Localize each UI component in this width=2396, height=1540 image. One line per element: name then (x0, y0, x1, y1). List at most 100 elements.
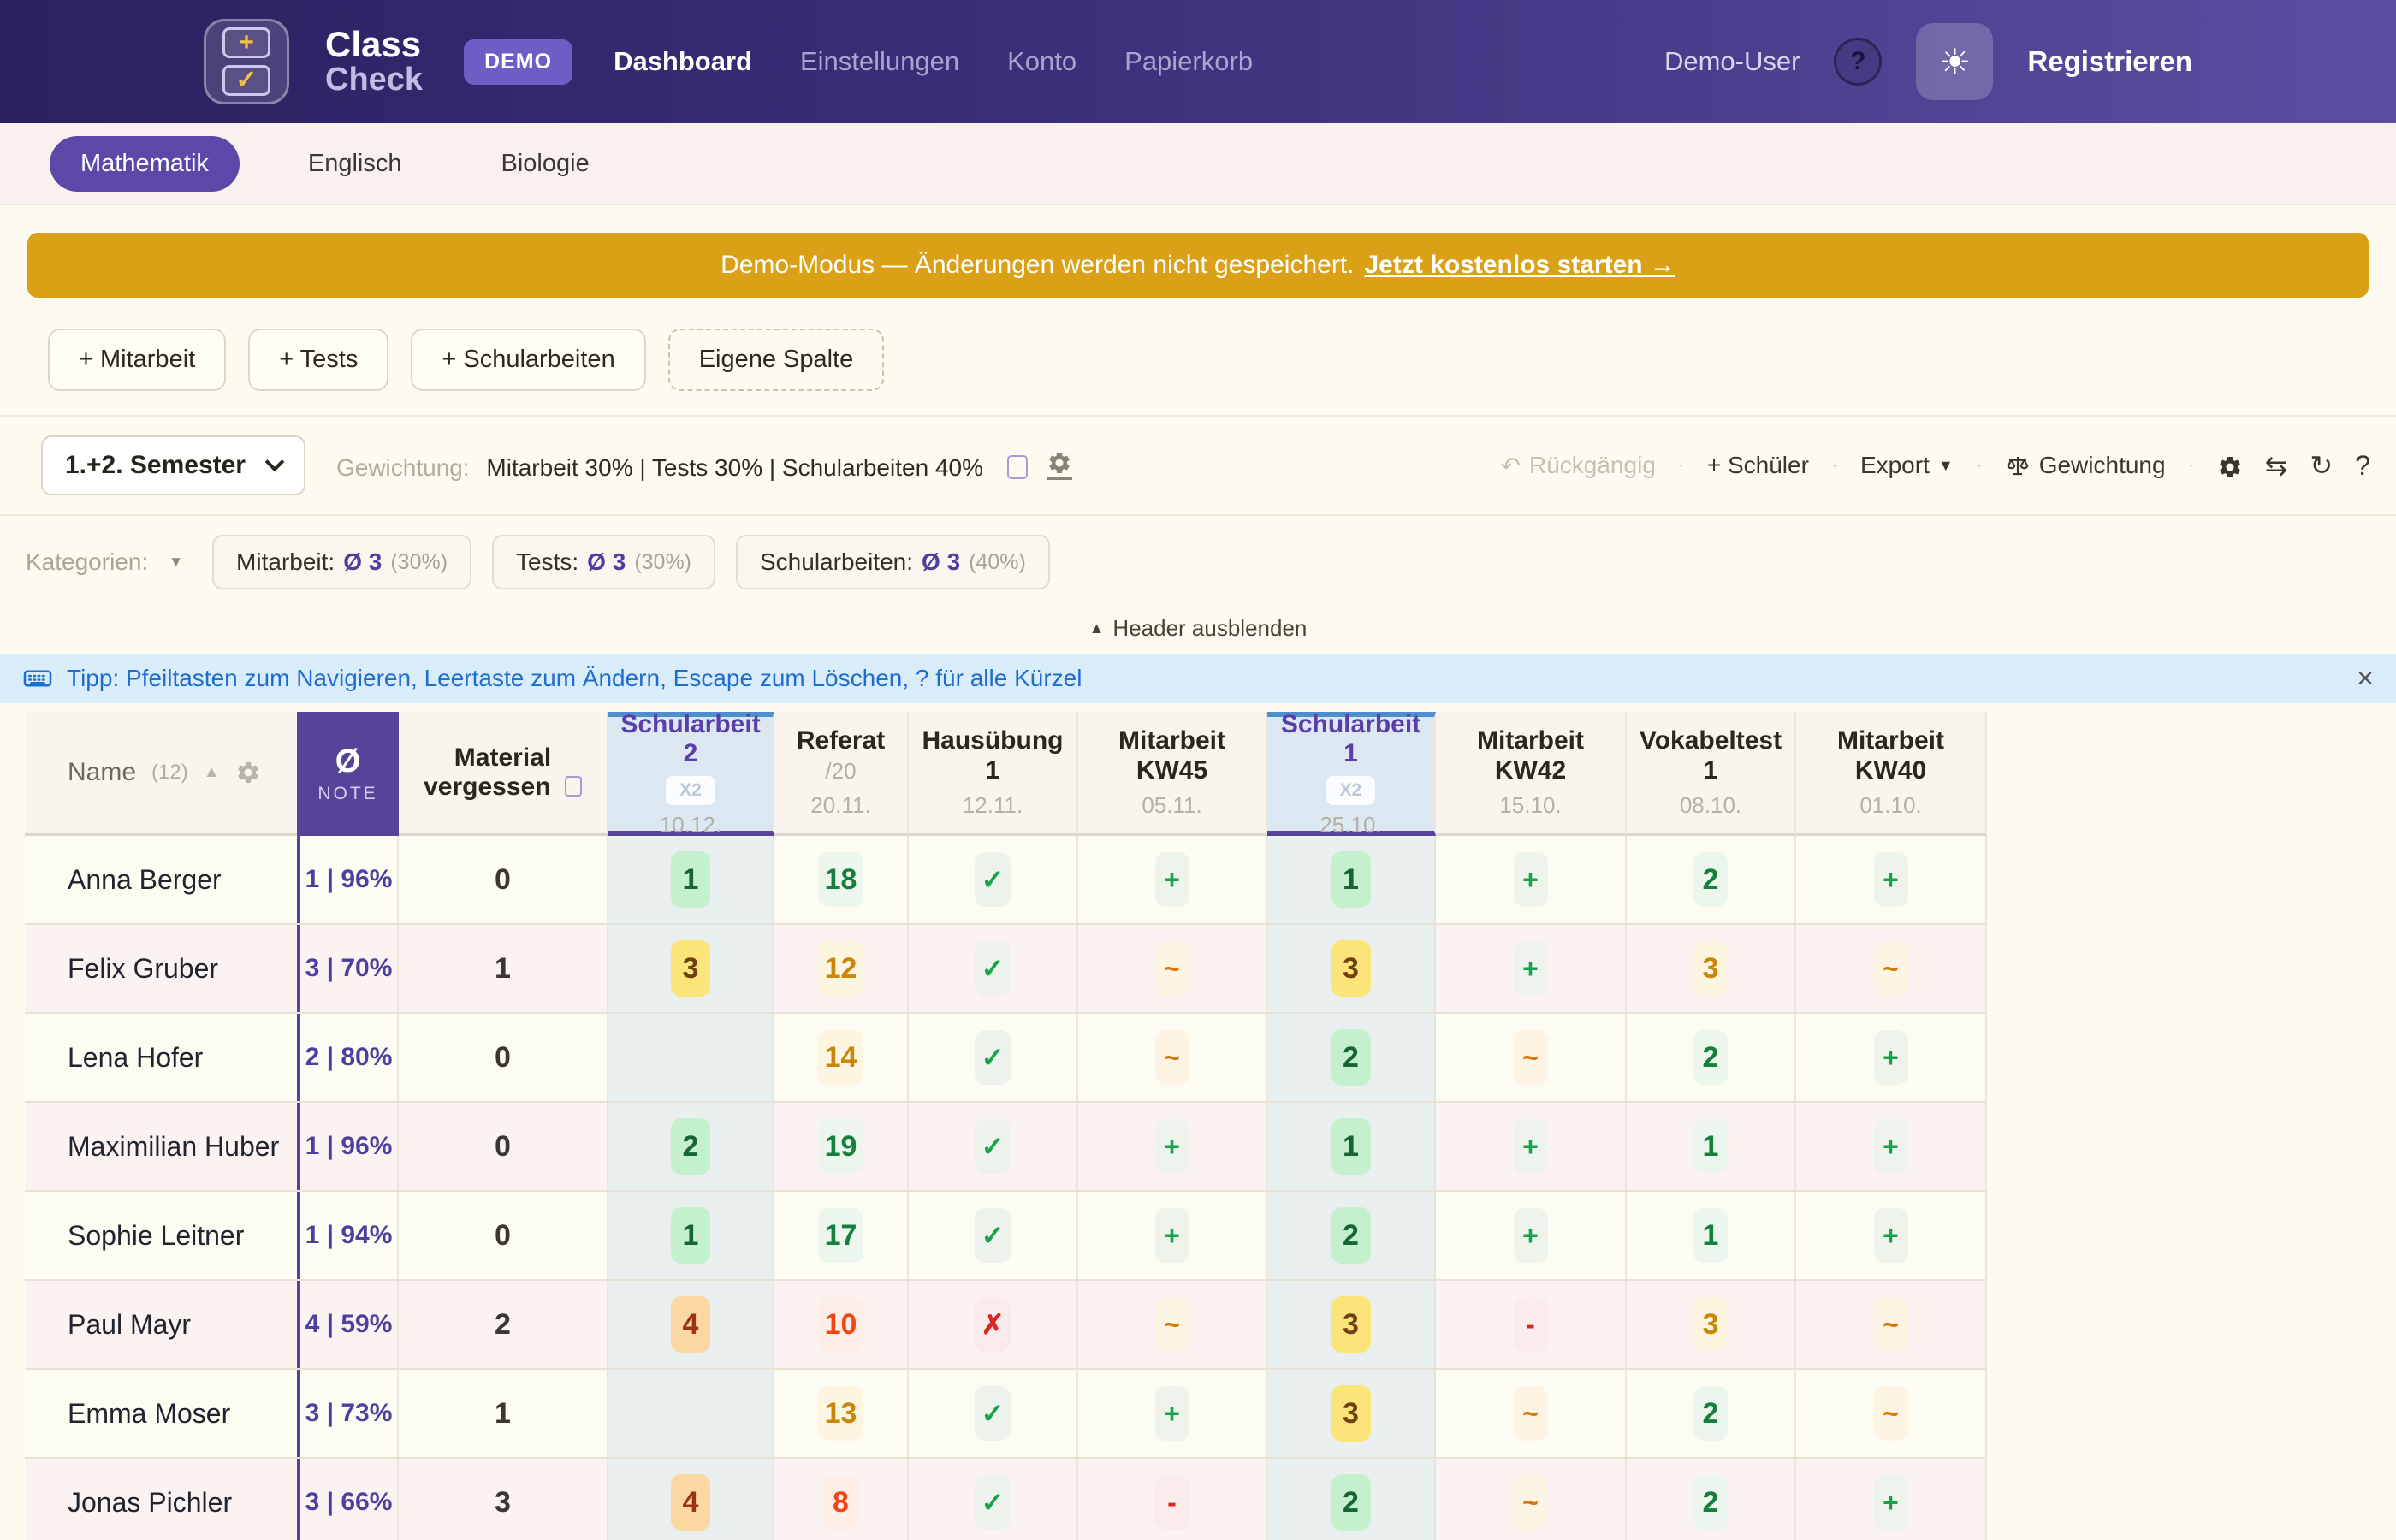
grade-cell[interactable]: 2 (1267, 1459, 1436, 1540)
student-name-cell[interactable]: Anna Berger (25, 836, 297, 923)
grade-cell[interactable]: 0 (399, 1103, 608, 1190)
grade-cell[interactable]: ✓ (909, 836, 1078, 923)
student-name-cell[interactable]: Sophie Leitner (25, 1192, 297, 1279)
grade-cell[interactable]: ✓ (909, 1014, 1078, 1101)
add-schularbeiten-button[interactable]: + Schularbeiten (411, 329, 645, 391)
shortcuts-help-button[interactable]: ? (2355, 450, 2370, 482)
grade-column-header[interactable]: Material vergessen (399, 712, 608, 836)
semester-select[interactable]: 1.+2. Semester (41, 435, 305, 495)
grade-cell[interactable]: 2 (1267, 1014, 1436, 1101)
tab-mathematik[interactable]: Mathematik (50, 136, 240, 192)
grade-cell[interactable]: ~ (1436, 1459, 1627, 1540)
banner-cta-link[interactable]: Jetzt kostenlos starten → (1364, 251, 1675, 280)
grade-cell[interactable]: 18 (774, 836, 909, 923)
grade-cell[interactable]: 3 (1267, 1281, 1436, 1368)
add-tests-button[interactable]: + Tests (248, 329, 388, 391)
grade-cell[interactable]: 10 (774, 1281, 909, 1368)
category-pill-schularbeiten[interactable]: Schularbeiten:Ø 3(40%) (736, 535, 1050, 589)
hide-header-toggle[interactable]: ▲ Header ausblenden (0, 608, 2396, 654)
nav-item-konto[interactable]: Konto (1007, 46, 1076, 77)
tab-englisch[interactable]: Englisch (277, 136, 433, 192)
grade-cell[interactable]: 12 (774, 925, 909, 1012)
add-student-button[interactable]: + Schüler (1707, 452, 1809, 479)
grade-cell[interactable]: + (1796, 1459, 1987, 1540)
grade-cell[interactable]: ~ (1078, 925, 1267, 1012)
grade-cell[interactable]: ~ (1796, 1281, 1987, 1368)
grade-cell[interactable]: 2 (1627, 836, 1796, 923)
grade-cell[interactable]: 4 (608, 1459, 774, 1540)
grade-column-header[interactable]: Vokabeltest 1 08.10. (1627, 712, 1796, 836)
grade-cell[interactable]: 2 (399, 1281, 608, 1368)
category-pill-tests[interactable]: Tests:Ø 3(30%) (492, 535, 715, 589)
weighting-button[interactable]: Gewichtung (2005, 452, 2166, 479)
grade-cell[interactable]: 1 (399, 925, 608, 1012)
theme-toggle-button[interactable]: ☀ (1916, 23, 1993, 100)
grade-cell[interactable]: + (1796, 1103, 1987, 1190)
grade-cell[interactable]: 4 (608, 1281, 774, 1368)
grade-cell[interactable]: ~ (1436, 1014, 1627, 1101)
grade-cell[interactable]: ~ (1796, 1370, 1987, 1457)
grade-cell[interactable]: 17 (774, 1192, 909, 1279)
name-column-header[interactable]: Name (12) ▲ (25, 712, 297, 836)
grade-column-header[interactable]: Mitarbeit KW40 01.10. (1796, 712, 1987, 836)
grade-cell[interactable]: 3 (1627, 925, 1796, 1012)
grade-cell[interactable]: 3 (1267, 1370, 1436, 1457)
grade-cell[interactable]: 2 (1627, 1370, 1796, 1457)
grade-cell[interactable]: 1 (608, 1192, 774, 1279)
grade-cell[interactable]: 3 (608, 925, 774, 1012)
grade-cell[interactable]: 0 (399, 1192, 608, 1279)
nav-item-papierkorb[interactable]: Papierkorb (1124, 46, 1253, 77)
undo-button[interactable]: ↶Rückgängig (1501, 452, 1656, 480)
grade-cell[interactable]: 3 (1267, 925, 1436, 1012)
grade-column-header[interactable]: Schularbeit 2 X2 10.12. (608, 712, 774, 836)
grade-cell[interactable]: 1 (1627, 1192, 1796, 1279)
columns-box-icon[interactable] (1007, 455, 1028, 479)
student-name-cell[interactable]: Emma Moser (25, 1370, 297, 1457)
grade-cell[interactable]: ✓ (909, 1192, 1078, 1279)
student-name-cell[interactable]: Maximilian Huber (25, 1103, 297, 1190)
average-column-header[interactable]: Ø NOTE (297, 712, 399, 836)
grade-cell[interactable] (608, 1370, 774, 1457)
grade-column-header[interactable]: Hausübung 1 12.11. (909, 712, 1078, 836)
student-name-cell[interactable]: Jonas Pichler (25, 1459, 297, 1540)
grade-cell[interactable]: ~ (1078, 1014, 1267, 1101)
grade-cell[interactable]: + (1436, 836, 1627, 923)
app-logo[interactable]: + ✓ (204, 19, 289, 104)
grade-cell[interactable] (608, 1014, 774, 1101)
category-pill-mitarbeit[interactable]: Mitarbeit:Ø 3(30%) (212, 535, 471, 589)
grade-cell[interactable]: 1 (399, 1370, 608, 1457)
student-name-cell[interactable]: Lena Hofer (25, 1014, 297, 1101)
grade-cell[interactable]: 2 (1627, 1459, 1796, 1540)
grade-cell[interactable]: 8 (774, 1459, 909, 1540)
grade-cell[interactable]: + (1796, 836, 1987, 923)
grade-cell[interactable]: 0 (399, 1014, 608, 1101)
grade-cell[interactable]: + (1796, 1192, 1987, 1279)
grade-column-header[interactable]: Schularbeit 1 X2 25.10. (1267, 712, 1436, 836)
grade-cell[interactable]: + (1436, 1192, 1627, 1279)
grade-cell[interactable]: 2 (1267, 1192, 1436, 1279)
close-icon[interactable]: × (2357, 662, 2374, 696)
nav-item-dashboard[interactable]: Dashboard (614, 46, 752, 77)
grade-cell[interactable]: ✗ (909, 1281, 1078, 1368)
grade-column-header[interactable]: Mitarbeit KW45 05.11. (1078, 712, 1267, 836)
grade-column-header[interactable]: Mitarbeit KW42 15.10. (1436, 712, 1627, 836)
export-dropdown[interactable]: Export▼ (1860, 452, 1954, 479)
grade-cell[interactable]: + (1796, 1014, 1987, 1101)
settings-button[interactable] (2217, 450, 2243, 482)
grade-column-header[interactable]: Referat /20 20.11. (774, 712, 909, 836)
grade-cell[interactable]: - (1436, 1281, 1627, 1368)
grade-cell[interactable]: ~ (1078, 1281, 1267, 1368)
grade-cell[interactable]: + (1078, 1192, 1267, 1279)
nav-item-einstellungen[interactable]: Einstellungen (800, 46, 959, 77)
grade-cell[interactable]: 1 (1627, 1103, 1796, 1190)
grade-cell[interactable]: ✓ (909, 925, 1078, 1012)
triangle-down-icon[interactable]: ▼ (169, 554, 183, 571)
grade-cell[interactable]: 1 (1267, 836, 1436, 923)
sort-ascending-icon[interactable]: ▲ (204, 763, 220, 782)
grade-cell[interactable]: 14 (774, 1014, 909, 1101)
grade-cell[interactable]: ✓ (909, 1370, 1078, 1457)
add-mitarbeit-button[interactable]: + Mitarbeit (48, 329, 226, 391)
grade-cell[interactable]: ~ (1436, 1370, 1627, 1457)
grade-cell[interactable]: - (1078, 1459, 1267, 1540)
grade-cell[interactable]: + (1078, 836, 1267, 923)
